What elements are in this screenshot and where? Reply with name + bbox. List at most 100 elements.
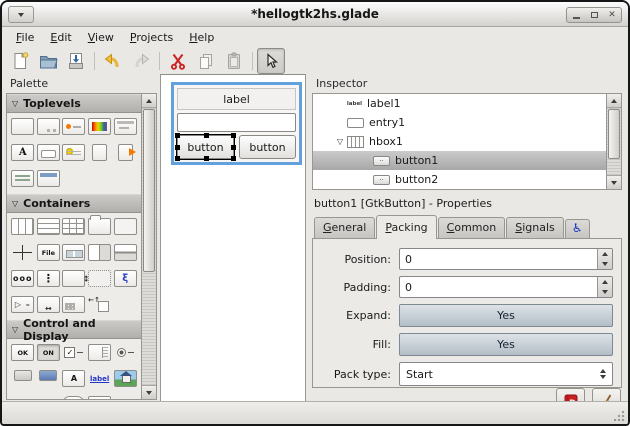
- toolbar-icon[interactable]: [62, 244, 85, 261]
- hbox-icon[interactable]: [11, 218, 34, 235]
- hpaned-icon[interactable]: [88, 244, 111, 261]
- message-dialog-icon[interactable]: [62, 118, 85, 135]
- tree-row-label1[interactable]: label1: [313, 94, 606, 113]
- button-icon[interactable]: OK: [11, 344, 34, 361]
- progress-bar-icon[interactable]: [62, 396, 85, 399]
- padding-spinbutton[interactable]: 0: [399, 276, 613, 298]
- spin-down-arrow-icon[interactable]: [598, 259, 612, 269]
- tab-general[interactable]: General: [314, 217, 375, 238]
- scroll-down-arrow-icon[interactable]: [607, 175, 621, 189]
- new-document-icon[interactable]: [6, 48, 34, 74]
- about-dialog-icon[interactable]: [62, 144, 85, 161]
- scroll-up-arrow-icon[interactable]: [142, 94, 156, 108]
- paste-icon[interactable]: [220, 48, 248, 74]
- tab-packing[interactable]: Packing: [376, 215, 436, 239]
- size-box-icon[interactable]: [62, 270, 85, 287]
- design-canvas[interactable]: label button button: [160, 74, 306, 402]
- palette-section-header[interactable]: ▽Control and Display: [7, 320, 141, 339]
- menu-file[interactable]: File: [8, 29, 42, 46]
- design-button2[interactable]: button: [239, 135, 296, 159]
- layout-icon[interactable]: [62, 296, 85, 313]
- design-label1[interactable]: label: [177, 88, 296, 110]
- palette-scrollbar-track[interactable]: [142, 108, 156, 385]
- expander-icon[interactable]: ▷ –: [11, 296, 34, 313]
- spin-down-arrow-icon[interactable]: [598, 287, 612, 297]
- menu-help[interactable]: Help: [181, 29, 222, 46]
- entry-icon[interactable]: A: [62, 370, 85, 387]
- design-button1-selected[interactable]: button: [177, 135, 234, 159]
- tree-row-button1[interactable]: button1: [313, 151, 606, 170]
- file-export-icon[interactable]: [118, 144, 133, 161]
- cut-scissors-icon[interactable]: [164, 48, 192, 74]
- combo-box-entry-icon[interactable]: [39, 370, 57, 381]
- pointer-select-icon[interactable]: [257, 48, 285, 74]
- design-entry1[interactable]: [177, 113, 296, 132]
- toggle-button-icon[interactable]: ON: [37, 344, 60, 361]
- image-icon[interactable]: [114, 370, 137, 387]
- label-icon[interactable]: label: [11, 396, 34, 399]
- table-icon[interactable]: [62, 218, 85, 235]
- font-selection-icon[interactable]: A: [11, 144, 34, 161]
- scroll-up-arrow-icon[interactable]: [607, 94, 621, 108]
- tree-row-entry1[interactable]: entry1: [313, 113, 606, 132]
- tree-scrollbar[interactable]: [606, 94, 621, 189]
- scroll-down-arrow-icon[interactable]: [142, 385, 156, 399]
- entry-dialog-icon[interactable]: [37, 144, 60, 161]
- vbox-icon[interactable]: [37, 218, 60, 235]
- color-selection-dialog-icon[interactable]: [88, 118, 111, 135]
- combo-box-icon[interactable]: [14, 370, 32, 381]
- scrolledwindow-icon[interactable]: [88, 270, 111, 287]
- link-label-icon[interactable]: label: [88, 370, 111, 387]
- save-icon[interactable]: [62, 48, 90, 74]
- palette-scrollbar[interactable]: [141, 94, 156, 399]
- accel-label-icon[interactable]: F1: [37, 396, 60, 399]
- menubar-icon[interactable]: File: [37, 244, 60, 261]
- palette-scrollbar-thumb[interactable]: [143, 109, 155, 272]
- vbuttonbox-icon[interactable]: ⋮: [37, 270, 60, 287]
- menu-view[interactable]: View: [80, 29, 122, 46]
- dialog-icon[interactable]: [37, 118, 60, 135]
- redo-icon[interactable]: [127, 48, 155, 74]
- alignment-icon[interactable]: [88, 296, 111, 313]
- tree-scrollbar-track[interactable]: [607, 108, 621, 175]
- spin-up-arrow-icon[interactable]: [598, 249, 612, 259]
- menu-projects[interactable]: Projects: [122, 29, 181, 46]
- recent-list-icon[interactable]: [11, 170, 34, 187]
- check-button-icon[interactable]: [62, 344, 85, 361]
- tree-row-hbox1[interactable]: ▽hbox1: [313, 132, 606, 151]
- tab-common[interactable]: Common: [438, 217, 506, 238]
- text-view-icon[interactable]: [88, 396, 111, 399]
- resize-grip[interactable]: [614, 410, 625, 421]
- frame-icon[interactable]: [114, 218, 137, 235]
- open-folder-icon[interactable]: [34, 48, 62, 74]
- viewport-icon[interactable]: [37, 296, 60, 313]
- minimize-button[interactable]: [567, 9, 585, 21]
- tab-accessibility[interactable]: ♿: [565, 219, 590, 238]
- copy-icon[interactable]: [192, 48, 220, 74]
- window-menu-button[interactable]: [8, 6, 34, 23]
- tree-row-button2[interactable]: button2: [313, 170, 606, 189]
- expand-toggle-button[interactable]: Yes: [399, 304, 613, 327]
- palette-section-header[interactable]: ▽Containers: [7, 194, 141, 213]
- notebook-icon[interactable]: [88, 218, 111, 235]
- spin-up-arrow-icon[interactable]: [598, 277, 612, 287]
- undo-icon[interactable]: [99, 48, 127, 74]
- window-icon[interactable]: [11, 118, 34, 135]
- tree-scrollbar-thumb[interactable]: [608, 109, 620, 159]
- pack-type-combobox[interactable]: Start: [399, 362, 613, 386]
- palette-section-header[interactable]: ▽Toplevels: [7, 94, 141, 113]
- spin-button-icon[interactable]: [88, 344, 111, 361]
- assistant-icon[interactable]: [37, 170, 60, 187]
- hbuttonbox-icon[interactable]: ooo: [11, 270, 34, 287]
- handlebox-icon[interactable]: ξ: [114, 270, 137, 287]
- spin-arrows[interactable]: [597, 277, 612, 297]
- expander-open-icon[interactable]: ▽: [333, 137, 347, 146]
- position-spinbutton[interactable]: 0: [399, 248, 613, 270]
- h-scale-icon[interactable]: [114, 396, 137, 399]
- radio-button-icon[interactable]: [114, 344, 137, 361]
- tab-signals[interactable]: Signals: [506, 217, 564, 238]
- fill-toggle-button[interactable]: Yes: [399, 333, 613, 356]
- fixed-icon[interactable]: [11, 244, 34, 261]
- menu-edit[interactable]: Edit: [42, 29, 79, 46]
- spin-arrows[interactable]: [597, 249, 612, 269]
